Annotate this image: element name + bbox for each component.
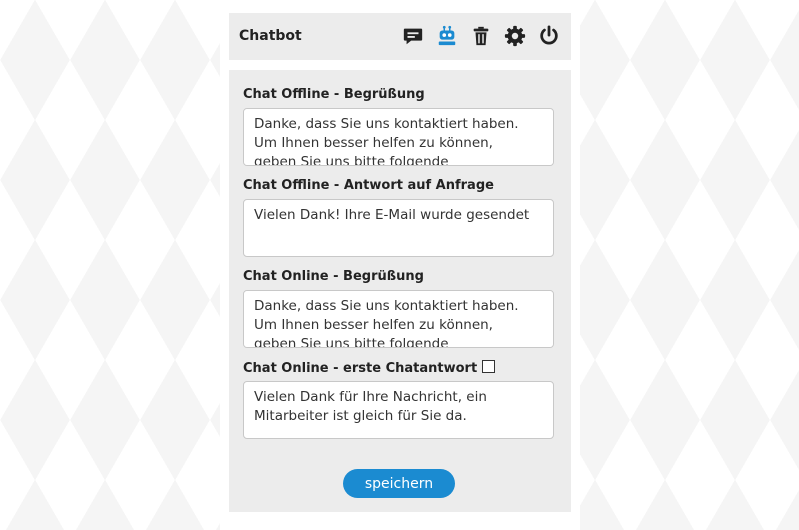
- online-first-reply-textarea[interactable]: Vielen Dank für Ihre Nachricht, ein Mita…: [243, 381, 554, 439]
- offline-greeting-textarea[interactable]: Danke, dass Sie uns kontaktiert haben. U…: [243, 108, 554, 166]
- offline-greeting-label: Chat Offline - Begrüßung: [243, 87, 425, 102]
- save-button[interactable]: speichern: [343, 469, 455, 498]
- trash-icon[interactable]: [469, 24, 493, 48]
- online-greeting-label: Chat Online - Begrüßung: [243, 269, 424, 284]
- online-greeting-textarea[interactable]: Danke, dass Sie uns kontaktiert haben. U…: [243, 290, 554, 348]
- header-bar: Chatbot: [229, 13, 571, 60]
- online-first-reply-label-text: Chat Online - erste Chatantwort: [243, 361, 478, 376]
- page-title: Chatbot: [239, 28, 302, 44]
- settings-form: Chat Offline - Begrüßung Danke, dass Sie…: [229, 70, 571, 512]
- offline-reply-textarea[interactable]: Vielen Dank! Ihre E-Mail wurde gesendet: [243, 199, 554, 257]
- online-first-reply-checkbox[interactable]: [482, 360, 496, 373]
- power-icon[interactable]: [537, 24, 561, 48]
- online-first-reply-label: Chat Online - erste Chatantwort: [243, 360, 496, 376]
- offline-reply-label: Chat Offline - Antwort auf Anfrage: [243, 178, 494, 193]
- header-toolbar: [401, 24, 561, 48]
- chat-bubble-icon[interactable]: [401, 24, 425, 48]
- robot-icon[interactable]: [435, 24, 459, 48]
- gear-icon[interactable]: [503, 24, 527, 48]
